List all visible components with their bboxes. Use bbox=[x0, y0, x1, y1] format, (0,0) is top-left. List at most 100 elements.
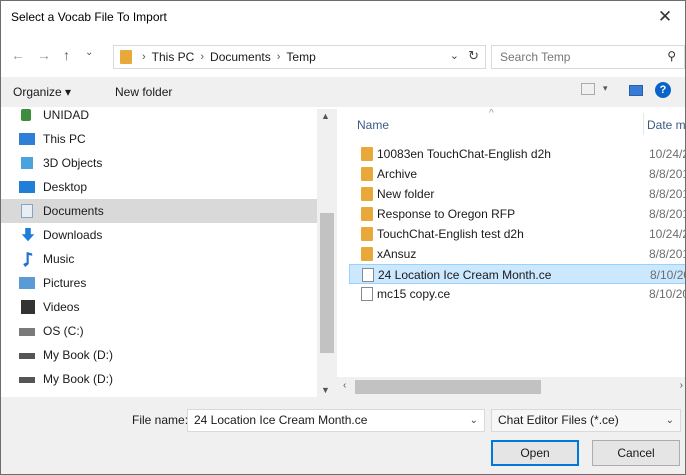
column-headers: Name ^ Date m bbox=[341, 109, 685, 139]
navigation-scrollbar[interactable]: ▲ ▼ bbox=[317, 109, 337, 397]
navigation-bar: ← → ↑ ⌄ › This PC › Documents › Temp ⌄ ↻… bbox=[1, 39, 685, 73]
breadcrumb-this-pc[interactable]: This PC bbox=[152, 50, 195, 64]
close-icon[interactable]: ✕ bbox=[645, 1, 685, 33]
file-name-value: 24 Location Ice Cream Month.ce bbox=[194, 413, 368, 427]
sort-indicator-icon: ^ bbox=[489, 109, 494, 119]
tree-item[interactable]: This PC bbox=[1, 127, 317, 151]
file-icon bbox=[361, 287, 373, 301]
horizontal-scroll-thumb[interactable] bbox=[355, 380, 541, 394]
preview-pane-icon[interactable] bbox=[629, 85, 643, 96]
file-row[interactable]: mc15 copy.ce 8/10/20 bbox=[349, 284, 685, 304]
file-list-scrollbar[interactable]: ‹ › bbox=[337, 377, 685, 397]
navigation-pane: UNIDAD This PC 3D Objects Desktop Documents D… bbox=[1, 109, 337, 397]
cube-icon bbox=[21, 157, 33, 169]
tree-item[interactable]: Downloads bbox=[1, 223, 317, 247]
column-date-modified[interactable]: Date m bbox=[647, 118, 685, 132]
file-name: TouchChat-English test d2h bbox=[377, 227, 524, 241]
desktop-icon bbox=[19, 181, 35, 193]
view-options-icon[interactable] bbox=[581, 83, 595, 95]
cancel-button[interactable]: Cancel bbox=[592, 440, 680, 466]
scroll-right-icon[interactable]: › bbox=[680, 380, 683, 391]
tree-item[interactable]: Documents bbox=[1, 199, 317, 223]
tree-item[interactable]: Videos bbox=[1, 295, 317, 319]
folder-icon bbox=[361, 147, 373, 161]
column-name[interactable]: Name bbox=[357, 118, 389, 132]
new-folder-button[interactable]: New folder bbox=[115, 85, 172, 99]
file-name: Response to Oregon RFP bbox=[377, 207, 516, 221]
up-icon[interactable]: ↑ bbox=[63, 47, 70, 63]
view-dropdown-icon[interactable]: ▾ bbox=[603, 83, 608, 94]
tree-item-label: Downloads bbox=[43, 228, 103, 242]
chevron-down-icon[interactable]: ⌄ bbox=[470, 410, 478, 431]
folder-icon bbox=[361, 247, 373, 261]
tree-item-label: Videos bbox=[43, 300, 80, 314]
file-type-select[interactable]: Chat Editor Files (*.ce) ⌄ bbox=[491, 409, 681, 432]
file-date: 8/8/201 bbox=[649, 207, 685, 221]
chevron-down-icon[interactable]: ⌄ bbox=[666, 410, 674, 431]
file-row[interactable]: xAnsuz 8/8/201 bbox=[349, 244, 685, 264]
column-divider[interactable] bbox=[643, 113, 644, 135]
command-bar: Organize ▾ New folder ▾ ? bbox=[1, 77, 685, 107]
documents-icon bbox=[21, 204, 33, 218]
tree-item[interactable]: My Book (D:) bbox=[1, 343, 317, 367]
title-bar: Select a Vocab File To Import ✕ bbox=[1, 1, 685, 33]
file-row[interactable]: Archive 8/8/201 bbox=[349, 164, 685, 184]
breadcrumb-temp[interactable]: Temp bbox=[286, 50, 315, 64]
file-row[interactable]: 24 Location Ice Cream Month.ce 8/10/20 bbox=[349, 264, 685, 284]
folder-icon bbox=[361, 167, 373, 181]
tree-item-label: My Book (D:) bbox=[43, 348, 114, 362]
tree-item-label: My Book (D:) bbox=[43, 372, 114, 386]
file-name: Archive bbox=[377, 167, 418, 181]
tree-item[interactable]: My Book (D:) bbox=[1, 367, 317, 391]
help-icon[interactable]: ? bbox=[655, 82, 671, 98]
scroll-down-icon[interactable]: ▼ bbox=[321, 385, 330, 395]
file-date: 10/24/2 bbox=[649, 227, 685, 241]
tree-item[interactable]: Music bbox=[1, 247, 317, 271]
scroll-up-icon[interactable]: ▲ bbox=[321, 111, 330, 121]
tree-item-label: 3D Objects bbox=[43, 156, 103, 170]
browser-area: UNIDAD This PC 3D Objects Desktop Documents D… bbox=[1, 109, 685, 397]
tree-item[interactable]: Pictures bbox=[1, 271, 317, 295]
file-row[interactable]: Response to Oregon RFP 8/8/201 bbox=[349, 204, 685, 224]
scroll-left-icon[interactable]: ‹ bbox=[343, 380, 346, 391]
file-date: 10/24/2 bbox=[649, 147, 685, 161]
file-icon bbox=[362, 268, 374, 282]
file-row[interactable]: TouchChat-English test d2h 10/24/2 bbox=[349, 224, 685, 244]
search-input[interactable]: Search Temp ⚲ bbox=[491, 45, 685, 69]
file-type-value: Chat Editor Files (*.ce) bbox=[498, 413, 619, 427]
tree-item[interactable]: Desktop bbox=[1, 175, 317, 199]
file-name: mc15 copy.ce bbox=[377, 287, 451, 301]
refresh-icon[interactable]: ↻ bbox=[468, 48, 479, 64]
tree-item[interactable]: 3D Objects bbox=[1, 151, 317, 175]
tree-item[interactable]: OS (C:) bbox=[1, 319, 317, 343]
open-button[interactable]: Open bbox=[491, 440, 579, 466]
pc-icon bbox=[19, 133, 35, 145]
file-row[interactable]: New folder 8/8/201 bbox=[349, 184, 685, 204]
file-date: 8/8/201 bbox=[649, 167, 685, 181]
tree-item[interactable]: UNIDAD bbox=[1, 109, 317, 127]
tree-item-label: UNIDAD bbox=[43, 109, 90, 122]
tree-item-label: Desktop bbox=[43, 180, 88, 194]
file-name-input[interactable]: 24 Location Ice Cream Month.ce ⌄ bbox=[187, 409, 485, 432]
external-disk-icon bbox=[19, 377, 35, 383]
scroll-thumb[interactable] bbox=[320, 213, 334, 353]
file-name: xAnsuz bbox=[377, 247, 417, 261]
tree-item-label: Documents bbox=[43, 204, 104, 218]
file-row[interactable]: 10083en TouchChat-English d2h 10/24/2 bbox=[349, 144, 685, 164]
address-dropdown-icon[interactable]: ⌄ bbox=[450, 49, 459, 62]
search-placeholder: Search Temp bbox=[500, 50, 571, 64]
organize-button[interactable]: Organize ▾ bbox=[13, 85, 71, 99]
folder-icon bbox=[361, 187, 373, 201]
back-icon[interactable]: ← bbox=[11, 47, 25, 63]
file-selection-footer: File name: 24 Location Ice Cream Month.c… bbox=[1, 397, 685, 474]
tree-item-label: Pictures bbox=[43, 276, 87, 290]
forward-icon[interactable]: → bbox=[37, 47, 51, 63]
disk-icon bbox=[19, 328, 35, 336]
address-bar[interactable]: › This PC › Documents › Temp ⌄ ↻ bbox=[113, 45, 486, 69]
file-date: 8/10/20 bbox=[649, 287, 685, 301]
breadcrumb-documents[interactable]: Documents bbox=[210, 50, 271, 64]
folder-icon bbox=[120, 50, 132, 64]
history-dropdown-icon[interactable]: ⌄ bbox=[85, 47, 93, 58]
file-list: Name ^ Date m 10083en TouchChat-English … bbox=[341, 109, 685, 397]
search-icon: ⚲ bbox=[667, 49, 676, 63]
